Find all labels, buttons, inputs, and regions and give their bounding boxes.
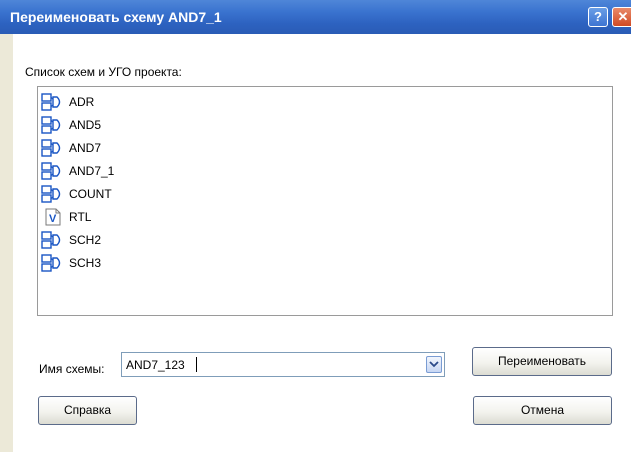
schematic-icon <box>41 93 61 111</box>
help-title-button[interactable]: ? <box>588 7 608 27</box>
schematic-list-label: Список схем и УГО проекта: <box>25 65 182 79</box>
schematic-name-label: Имя схемы: <box>39 362 105 376</box>
list-item[interactable]: COUNT <box>41 184 112 204</box>
verilog-file-letter: V <box>49 213 57 225</box>
schematic-icon <box>41 162 61 180</box>
dropdown-button[interactable] <box>426 356 442 373</box>
list-item-label: AND7 <box>69 141 102 155</box>
title-bar[interactable]: Переименовать схему AND7_1 ? ✕ <box>0 0 631 34</box>
list-item-label: ADR <box>69 95 95 109</box>
list-item-label: AND7_1 <box>69 164 115 178</box>
schematic-name-input[interactable] <box>122 353 426 376</box>
list-item[interactable]: ADR <box>41 92 94 112</box>
list-item[interactable]: AND5 <box>41 115 101 135</box>
schematic-name-combobox[interactable] <box>121 352 445 377</box>
schematic-icon <box>41 185 61 203</box>
rename-dialog: Переименовать схему AND7_1 ? ✕ Список сх… <box>0 0 631 452</box>
verilog-file-icon: V <box>45 208 61 226</box>
help-button[interactable]: Справка <box>38 396 137 425</box>
list-item-label: COUNT <box>69 187 112 201</box>
schematic-icon <box>41 139 61 157</box>
list-item-label: AND5 <box>69 118 102 132</box>
list-item-label: SCH3 <box>69 256 102 270</box>
schematic-icon <box>41 254 61 272</box>
close-button[interactable]: ✕ <box>612 7 631 27</box>
chevron-down-icon <box>429 361 439 368</box>
schematic-list[interactable]: ADR AND5 AND7 AND7_1 COUNT V RTL SCH2 SC… <box>37 86 613 316</box>
list-item-label: RTL <box>69 210 92 224</box>
list-item[interactable]: AND7_1 <box>41 161 114 181</box>
dialog-title: Переименовать схему AND7_1 <box>10 9 222 25</box>
rename-button[interactable]: Переименовать <box>472 347 612 376</box>
list-item[interactable]: AND7 <box>41 138 101 158</box>
list-item[interactable]: V RTL <box>41 207 91 227</box>
list-item-label: SCH2 <box>69 233 102 247</box>
list-item[interactable]: SCH3 <box>41 253 101 273</box>
schematic-icon <box>41 231 61 249</box>
list-item[interactable]: SCH2 <box>41 230 101 250</box>
schematic-icon <box>41 116 61 134</box>
text-caret <box>196 357 197 372</box>
cancel-button[interactable]: Отмена <box>473 396 612 425</box>
